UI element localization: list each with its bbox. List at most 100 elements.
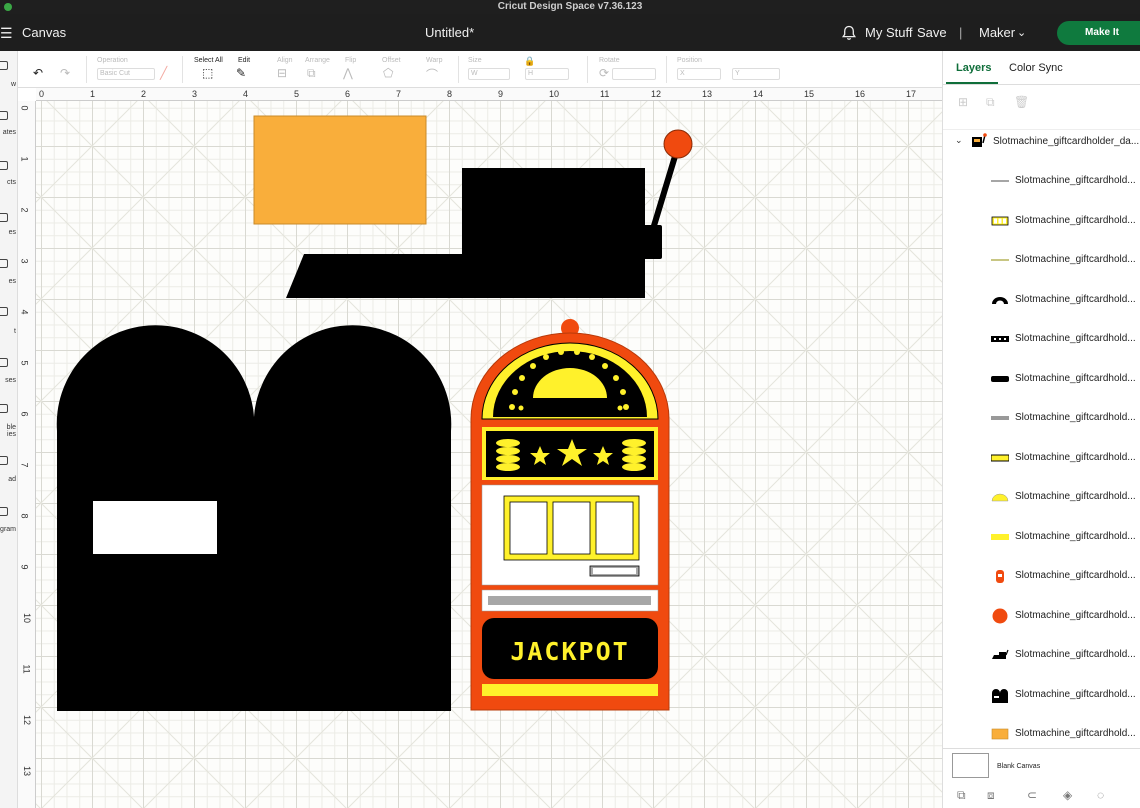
layer-row[interactable]: Slotmachine_giftcardhold... [943,319,1140,358]
layer-row[interactable]: Slotmachine_giftcardhold... [943,240,1140,279]
sidebar-item-templates[interactable]: ates [0,129,16,136]
layer-row[interactable]: Slotmachine_giftcardhold... [943,161,1140,200]
layer-row[interactable]: Slotmachine_giftcardhold... [943,438,1140,477]
olive-line-icon [991,259,1009,261]
tab-layers[interactable]: Layers [956,62,991,74]
shapes-icon[interactable] [0,259,8,268]
ruler-tick-label: 5 [19,360,30,366]
design-canvas[interactable]: JACKPOT [36,101,942,808]
layer-row[interactable]: Slotmachine_giftcardhold... [943,596,1140,635]
layer-name: Slotmachine_giftcardhold... [1015,609,1136,621]
blank-canvas-row[interactable]: Blank Canvas [943,748,1140,784]
reel-window-icon [991,216,1009,225]
layer-row[interactable]: Slotmachine_giftcardhold... [943,635,1140,674]
layer-group-row[interactable]: ⌄ Slotmachine_giftcardholder_da... [943,129,1140,153]
black-bar-icon [991,375,1009,382]
orange-rectangle[interactable] [253,115,427,225]
ruler-tick-label: 3 [192,89,198,99]
ruler-top: 0 1 2 3 4 5 6 7 8 9 10 11 12 13 14 15 16 17 [36,88,942,101]
save-button[interactable]: Save [917,25,947,40]
ruler-tick-label: 6 [19,411,30,417]
layer-row[interactable]: Slotmachine_giftcardhold... [943,556,1140,595]
make-it-button[interactable]: Make It [1057,21,1140,45]
offset-label: Offset [382,57,401,64]
sidebar-item-shapes[interactable]: es [0,278,16,285]
sidebar-item-monogram[interactable]: gram [0,526,16,533]
blank-canvas-swatch[interactable] [952,753,989,778]
lever-knob[interactable] [663,129,693,159]
monogram-icon[interactable] [0,507,8,516]
header-separator: | [959,25,963,40]
menu-icon[interactable]: ☰ [0,25,13,42]
layer-row[interactable]: Slotmachine_giftcardhold... [943,280,1140,319]
sidebar-item-upload[interactable]: ad [0,476,16,483]
layer-name: Slotmachine_giftcardhold... [1015,214,1136,226]
upload-icon[interactable] [0,456,8,465]
ruler-tick-label: 8 [19,513,30,519]
size-height-field: H [525,68,569,80]
ruler-tick-label: 13 [702,89,713,99]
ruler-tick-label: 15 [804,89,815,99]
phrases-icon[interactable] [0,358,8,367]
my-stuff-button[interactable]: My Stuff [865,25,912,40]
size-width-field: W [468,68,510,80]
sidebar-item-editable-images[interactable]: ble ies [0,424,16,438]
window-title: Cricut Design Space v7.36.123 [497,1,643,12]
text-icon[interactable] [0,307,8,316]
machine-selector[interactable]: Maker [979,25,1015,40]
ruler-tick-label: 8 [447,89,453,99]
tab-color-sync[interactable]: Color Sync [1009,62,1063,74]
gray-bar-icon [991,416,1009,420]
gray-line-icon [991,180,1009,182]
layer-name: Slotmachine_giftcardhold... [1015,412,1136,423]
layer-row[interactable]: Slotmachine_giftcardhold... [943,359,1140,398]
layer-name: Slotmachine_giftcardhold... [1015,491,1136,502]
layer-row[interactable]: Slotmachine_giftcardhold... [943,477,1140,516]
undo-icon[interactable]: ↶ [33,66,43,80]
toolbar-divider [182,56,183,83]
layer-row[interactable]: Slotmachine_giftcardhold... [943,675,1140,714]
panel-bottom-toolbar: ⧉ ⧈ ⊂ ◈ ◌ [943,784,1140,808]
chevron-down-icon[interactable]: ⌄ [1017,26,1026,39]
flip-icon: ⋀ [343,66,353,80]
slot-machine-front[interactable]: JACKPOT [470,319,670,711]
ruler-tick-label: 13 [22,765,33,777]
ruler-tick-label: 4 [243,89,249,99]
projects-icon[interactable] [0,161,8,170]
sidebar-item-phrases[interactable]: ses [0,377,16,384]
position-y-field: Y [732,68,780,80]
sidebar-item-text[interactable]: t [0,328,16,335]
editable-images-icon[interactable] [0,404,8,413]
window-close-dot[interactable] [4,3,12,11]
layer-row[interactable]: Slotmachine_giftcardhold... [943,517,1140,556]
images-icon[interactable] [0,213,8,222]
yellow-bar-icon [991,533,1009,540]
new-icon[interactable] [0,61,8,70]
bell-icon[interactable] [841,25,857,41]
chevron-down-icon[interactable]: ⌄ [955,135,963,146]
arrange-icon: ⧉ [307,66,316,80]
layer-name: Slotmachine_giftcardhold... [1015,649,1136,660]
document-title[interactable]: Untitled* [425,25,474,40]
sidebar-item-images[interactable]: es [0,229,16,236]
templates-icon[interactable] [0,111,8,120]
flip-label: Flip [345,57,357,64]
ruler-tick-label: 1 [90,89,96,99]
layer-row[interactable]: Slotmachine_giftcardhold... [943,398,1140,437]
ruler-tick-label: 11 [21,664,32,674]
sidebar-item-projects[interactable]: cts [0,179,16,186]
layer-name: Slotmachine_giftcardhold... [1015,728,1136,739]
slice-icon[interactable]: ⧉ [957,788,966,803]
layer-name: Slotmachine_giftcardhold... [1015,372,1136,384]
ruler-tick-label: 17 [906,89,917,99]
sidebar-item-new[interactable]: w [0,81,16,88]
layer-row[interactable]: Slotmachine_giftcardhold... [943,201,1140,240]
edit-toolbar: ↶ ↷ Operation Basic Cut ╱ Select All ⬚ E… [18,51,942,88]
edit-pencil-icon[interactable]: ✎ [236,66,246,80]
combine-icon[interactable]: ⧈ [987,788,995,803]
flatten-icon[interactable]: ◈ [1063,788,1072,802]
contour-icon[interactable]: ◌ [1097,788,1104,802]
attach-icon[interactable]: ⊂ [1027,788,1037,802]
orange-rect-icon [991,728,1009,740]
select-all-icon[interactable]: ⬚ [202,66,213,80]
